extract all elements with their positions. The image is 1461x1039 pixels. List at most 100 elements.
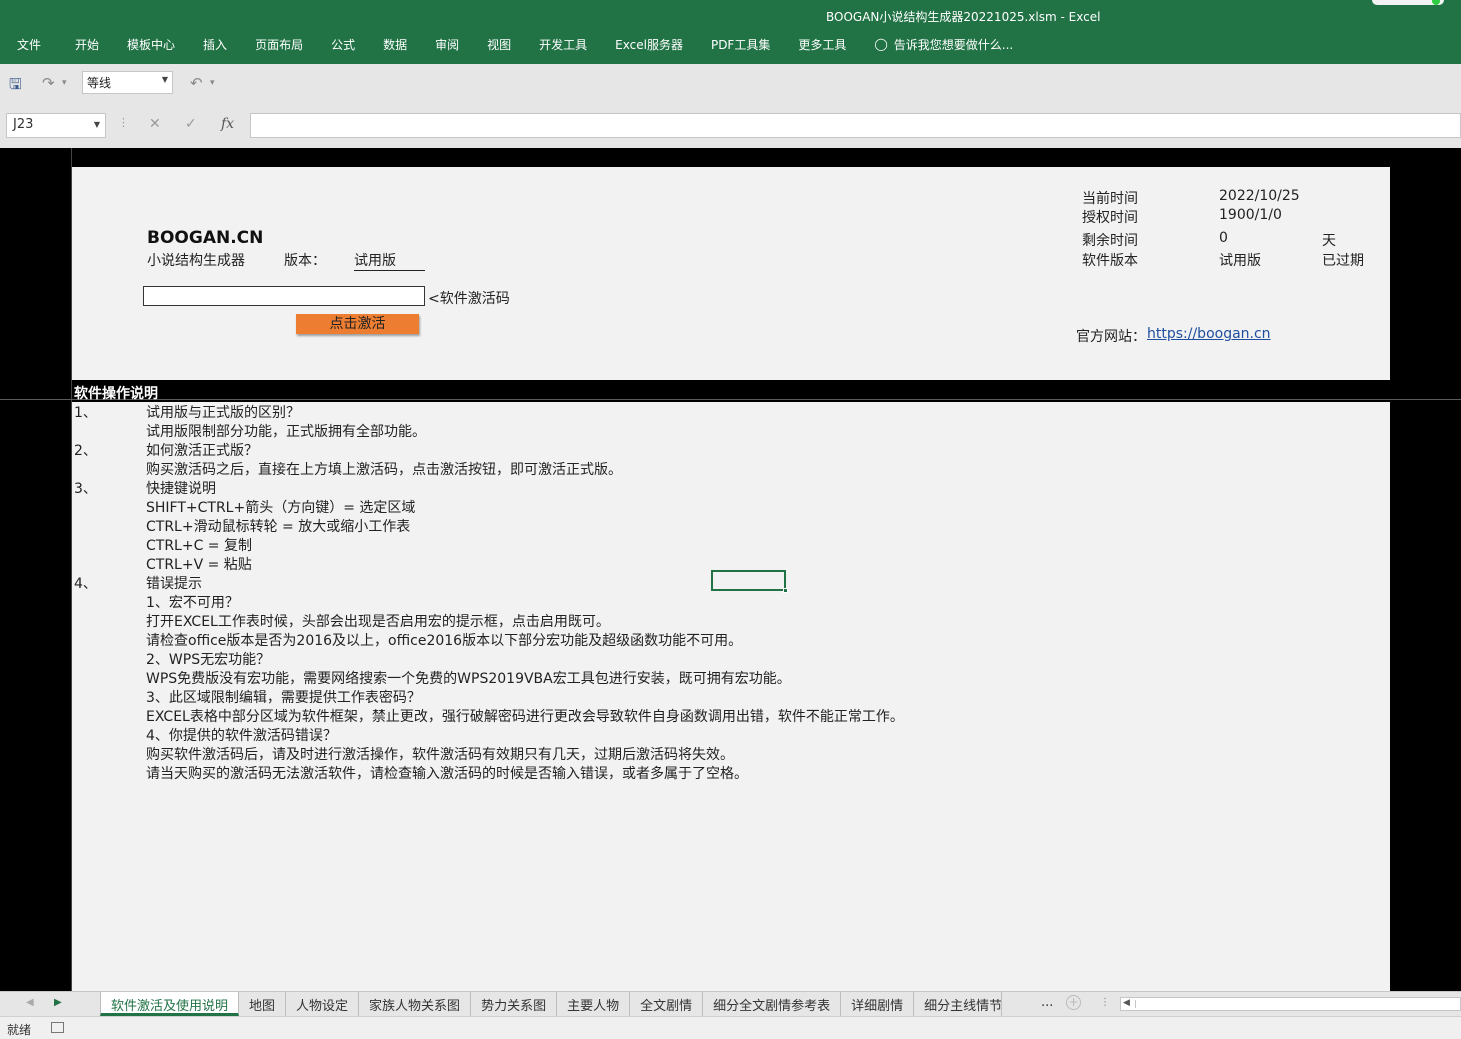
tab-file[interactable]: 文件: [17, 34, 41, 55]
remaining-unit: 天: [1322, 233, 1336, 249]
version-label: 版本：: [284, 253, 326, 269]
tab-page-layout[interactable]: 页面布局: [255, 34, 303, 55]
instruction-text: SHIFT+CTRL+箭头（方向键）= 选定区域: [146, 500, 416, 516]
sheet-tab-bar: ◀ ▶ 软件激活及使用说明 地图 人物设定 家族人物关系图 势力关系图 主要人物 全文剧情细…: [0, 991, 1461, 1016]
macro-record-icon[interactable]: [51, 1022, 64, 1033]
tab-pdf-tools[interactable]: PDF工具集: [711, 34, 770, 55]
current-time-label: 当前时间: [1082, 191, 1138, 207]
remaining-value: 0: [1219, 230, 1228, 246]
tab-data[interactable]: 数据: [383, 34, 407, 55]
redo-dropdown-icon[interactable]: ▾: [62, 78, 67, 88]
product-name: 小说结构生成器: [147, 253, 245, 269]
sheet-tabs: 软件激活及使用说明 地图 人物设定 家族人物关系图 势力关系图 主要人物 全文剧情 细分全文剧…: [100, 992, 1003, 1016]
instruction-text: 打开EXCEL工作表时候，头部会出现是否启用宏的提示框，点击启用既可。: [146, 614, 610, 630]
remaining-label: 剩余时间: [1082, 233, 1138, 249]
confirm-icon[interactable]: ✓: [185, 116, 197, 132]
sheet-tab[interactable]: 势力关系图: [471, 992, 558, 1016]
scrollbar-thumb[interactable]: [1135, 1000, 1455, 1008]
tab-view[interactable]: 视图: [487, 34, 511, 55]
website-label: 官方网站：: [1076, 329, 1146, 345]
activation-code-label: <软件激活码: [428, 291, 510, 307]
insert-function-icon[interactable]: fx: [221, 116, 234, 132]
horizontal-scrollbar[interactable]: ◀: [1120, 997, 1461, 1011]
sheet-tab[interactable]: 人物设定: [286, 992, 360, 1016]
undo-dropdown-icon[interactable]: ▾: [210, 78, 215, 88]
scroll-tabs-left-icon[interactable]: ◀: [26, 997, 34, 1008]
lightbulb-icon: ◯: [874, 37, 888, 51]
instruction-text: 购买激活码之后，直接在上方填上激活码，点击激活按钮，即可激活正式版。: [146, 462, 622, 478]
tab-developer[interactable]: 开发工具: [539, 34, 587, 55]
worksheet: BOOGAN.CN 小说结构生成器 版本： 试用版 <软件激活码 点击激活 当前…: [0, 148, 1461, 991]
instruction-text: 1、宏不可用？: [146, 595, 239, 611]
scroll-tabs-right-icon[interactable]: ▶: [54, 997, 62, 1008]
instruction-text: 请当天购买的激活码无法激活软件，请检查输入激活码的时候是否输入错误，或者多属于了…: [146, 766, 748, 782]
auth-time-label: 授权时间: [1082, 210, 1138, 226]
sheet-tab[interactable]: 全文剧情: [630, 992, 704, 1016]
sheet-tab[interactable]: 细分主线情节: [914, 992, 1003, 1016]
sheet-tab[interactable]: 家族人物关系图: [359, 992, 472, 1016]
instruction-text: 错误提示: [146, 576, 202, 592]
cancel-icon[interactable]: ✕: [149, 116, 161, 132]
ready-status: 就绪: [7, 1023, 32, 1037]
software-version-value: 试用版: [1219, 253, 1261, 269]
font-name-value: 等线: [87, 76, 112, 90]
instruction-number: 2、: [74, 443, 97, 459]
sheet-tab[interactable]: 地图: [239, 992, 287, 1016]
tab-template-center[interactable]: 模板中心: [127, 34, 175, 55]
instruction-number: 3、: [74, 481, 97, 497]
version-value: 试用版: [354, 250, 425, 271]
auth-time-value: 1900/1/0: [1219, 207, 1282, 223]
name-box-value: J23: [13, 117, 34, 132]
ribbon-tabs: 文件 开始 模板中心 插入 页面布局 公式 数据 审阅 视图 开发工具 Exce…: [0, 34, 1013, 54]
instructions-header: 软件操作说明: [74, 386, 158, 402]
window-title: BOOGAN小说结构生成器20221025.xlsm - Excel: [826, 10, 1101, 24]
instruction-text: CTRL+V = 粘贴: [146, 557, 252, 573]
scroll-left-icon[interactable]: ◀: [1123, 998, 1130, 1008]
tab-home[interactable]: 开始: [75, 34, 99, 55]
instruction-text: 3、此区域限制编辑，需要提供工作表密码？: [146, 690, 421, 706]
sheet-tab[interactable]: 主要人物: [557, 992, 631, 1016]
status-bar: 就绪: [0, 1016, 1461, 1039]
instruction-text: 快捷键说明: [146, 481, 216, 497]
instruction-number: 4、: [74, 576, 97, 592]
name-box[interactable]: J23 ▼: [6, 113, 106, 138]
undo-icon[interactable]: ↶: [190, 74, 203, 92]
instruction-text: CTRL+C = 复制: [146, 538, 252, 554]
font-name-select[interactable]: 等线 ▼: [82, 71, 173, 94]
instruction-text: 试用版与正式版的区别？: [146, 405, 300, 421]
tab-more-tools[interactable]: 更多工具: [798, 34, 846, 55]
chevron-down-icon: ▼: [161, 75, 168, 84]
instruction-text: 试用版限制部分功能，正式版拥有全部功能。: [146, 424, 426, 440]
instruction-number: 1、: [74, 405, 97, 421]
software-version-label: 软件版本: [1082, 253, 1138, 269]
add-sheet-icon[interactable]: +: [1066, 995, 1081, 1010]
more-tabs-button[interactable]: ...: [1041, 995, 1053, 1010]
more-options-icon: ⋮: [118, 116, 129, 129]
online-status-icon: [1432, 0, 1440, 5]
sheet-tab[interactable]: 详细剧情: [841, 992, 915, 1016]
license-status: 已过期: [1322, 253, 1364, 269]
instruction-text: WPS免费版没有宏功能，需要网络搜索一个免费的WPS2019VBA宏工具包进行安…: [146, 671, 791, 687]
tell-me-search[interactable]: ◯ 告诉我您想要做什么...: [874, 36, 1013, 53]
formula-bar: J23 ▼ ⋮ ✕ ✓ fx: [0, 110, 1461, 148]
tab-review[interactable]: 审阅: [435, 34, 459, 55]
formula-input[interactable]: [250, 113, 1461, 138]
redo-icon[interactable]: ↷: [42, 74, 55, 92]
website-link[interactable]: https://boogan.cn: [1147, 326, 1271, 342]
tab-insert[interactable]: 插入: [203, 34, 227, 55]
activation-code-input[interactable]: [143, 286, 425, 306]
tab-excel-server[interactable]: Excel服务器: [615, 34, 683, 55]
chevron-down-icon: ▼: [93, 120, 100, 129]
instruction-text: 4、你提供的软件激活码错误？: [146, 728, 337, 744]
sheet-tab[interactable]: 细分全文剧情参考表: [703, 992, 842, 1016]
activation-panel: [72, 167, 1390, 380]
gridline: [0, 399, 1461, 400]
active-cell-selection[interactable]: [711, 570, 788, 593]
tab-formulas[interactable]: 公式: [331, 34, 355, 55]
save-icon[interactable]: 🖫: [9, 74, 22, 99]
quick-access-toolbar: 🖫 ↷ ▾ ↶ ▾: [0, 64, 1461, 110]
sheet-tab-active[interactable]: 软件激活及使用说明: [100, 992, 240, 1016]
account-avatar[interactable]: [1372, 0, 1444, 5]
fill-handle[interactable]: [783, 588, 788, 593]
activate-button[interactable]: 点击激活: [296, 314, 419, 334]
